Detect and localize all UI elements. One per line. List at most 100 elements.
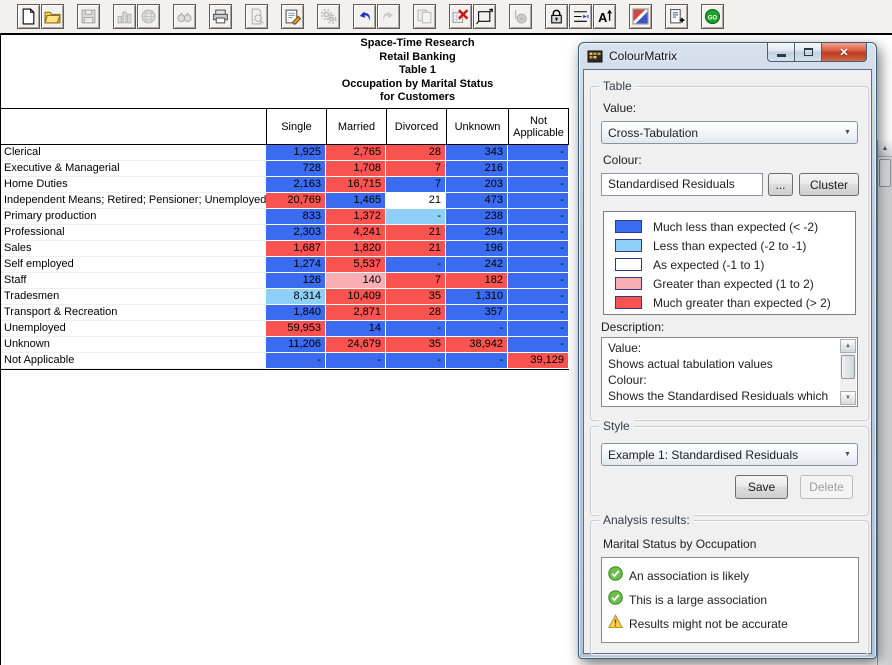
row-label[interactable]: Unemployed [1,321,266,337]
open-table-button[interactable] [41,4,64,29]
scroll-up-arrow-icon[interactable]: ▲ [878,140,892,157]
table-cell[interactable]: 16,715 [326,177,386,193]
add-annotation-button[interactable] [665,4,688,29]
maximize-button[interactable] [795,43,822,62]
table-cell[interactable]: - [508,193,569,209]
table-cell[interactable]: - [508,257,569,273]
row-label[interactable]: Clerical [1,145,266,161]
table-cell[interactable]: - [508,225,569,241]
scroll-up-arrow-icon[interactable]: ▲ [840,339,856,353]
table-cell[interactable]: 11,206 [266,337,326,353]
new-document-button[interactable] [17,4,40,29]
table-cell[interactable]: 833 [266,209,326,225]
row-label[interactable]: Tradesmen [1,289,266,305]
table-cell[interactable]: 140 [326,273,386,289]
table-cell[interactable]: 1,708 [326,161,386,177]
cluster-button[interactable]: Cluster [799,173,859,196]
description-scrollbar[interactable]: ▲ ▼ [840,339,856,405]
scrollbar-thumb[interactable] [841,355,855,379]
table-cell[interactable]: 7 [386,161,446,177]
table-cell[interactable]: 39,129 [508,353,569,369]
delete-selection-button[interactable] [449,4,472,29]
table-cell[interactable]: 10,409 [326,289,386,305]
table-cell[interactable]: 1,925 [266,145,326,161]
column-header[interactable]: Married [326,109,386,144]
row-label[interactable]: Home Duties [1,177,266,193]
table-cell[interactable]: 21 [386,241,446,257]
table-cell[interactable]: 21 [386,193,446,209]
table-cell[interactable]: 8,314 [266,289,326,305]
row-label[interactable]: Independent Means; Retired; Pensioner; U… [1,193,266,209]
table-cell[interactable]: - [266,353,326,369]
table-cell[interactable]: 21 [386,225,446,241]
table-cell[interactable]: 473 [446,193,508,209]
table-cell[interactable]: 728 [266,161,326,177]
lock-table-button[interactable] [545,4,568,29]
field-arrange-button[interactable] [569,4,592,29]
table-cell[interactable]: 196 [446,241,508,257]
window-vertical-scrollbar[interactable]: ▲ [877,140,892,665]
table-cell[interactable]: - [508,177,569,193]
table-cell[interactable]: 35 [386,289,446,305]
table-cell[interactable]: 24,679 [326,337,386,353]
row-label[interactable]: Unknown [1,337,266,353]
table-cell[interactable]: 294 [446,225,508,241]
row-label[interactable]: Sales [1,241,266,257]
column-header[interactable]: Not Applicable [508,109,569,144]
table-cell[interactable]: 1,465 [326,193,386,209]
table-cell[interactable]: 357 [446,305,508,321]
table-cell[interactable]: 182 [446,273,508,289]
save-button[interactable]: Save [735,475,788,499]
table-cell[interactable]: - [508,145,569,161]
row-label[interactable]: Not Applicable [1,353,266,369]
table-cell[interactable]: 59,953 [266,321,326,337]
table-cell[interactable]: 1,687 [266,241,326,257]
table-cell[interactable]: - [326,353,386,369]
minimize-button[interactable] [767,43,795,62]
table-cell[interactable]: 2,765 [326,145,386,161]
table-cell[interactable]: 1,840 [266,305,326,321]
table-cell[interactable]: 1,820 [326,241,386,257]
table-cell[interactable]: 126 [266,273,326,289]
column-header[interactable]: Divorced [386,109,446,144]
close-button[interactable]: ✕ [822,43,867,62]
table-cell[interactable]: - [508,161,569,177]
go-button[interactable]: GO [701,4,724,29]
table-cell[interactable]: 28 [386,145,446,161]
table-cell[interactable]: 216 [446,161,508,177]
table-cell[interactable]: 2,163 [266,177,326,193]
table-cell[interactable]: - [508,289,569,305]
scrollbar-thumb[interactable] [879,159,891,187]
colour-field[interactable]: Standardised Residuals [601,173,763,196]
table-cell[interactable]: 1,310 [446,289,508,305]
table-cell[interactable]: 343 [446,145,508,161]
row-label[interactable]: Professional [1,225,266,241]
edit-annotations-button[interactable] [281,4,304,29]
table-cell[interactable]: 242 [446,257,508,273]
dialog-titlebar[interactable]: ColourMatrix [579,43,677,69]
table-cell[interactable]: - [508,321,569,337]
table-cell[interactable]: - [386,257,446,273]
scroll-down-arrow-icon[interactable]: ▼ [840,391,856,405]
row-label[interactable]: Self employed [1,257,266,273]
table-cell[interactable]: 238 [446,209,508,225]
table-cell[interactable]: - [446,353,508,369]
undo-button[interactable] [353,4,376,29]
table-cell[interactable]: 14 [326,321,386,337]
row-label[interactable]: Primary production [1,209,266,225]
table-cell[interactable]: 2,871 [326,305,386,321]
row-label[interactable]: Executive & Managerial [1,161,266,177]
table-cell[interactable]: - [508,241,569,257]
column-header[interactable]: Unknown [446,109,508,144]
table-cell[interactable]: 35 [386,337,446,353]
table-cell[interactable]: - [508,337,569,353]
table-cell[interactable]: - [508,273,569,289]
table-cell[interactable]: 2,303 [266,225,326,241]
table-cell[interactable]: 28 [386,305,446,321]
table-cell[interactable]: - [386,353,446,369]
print-button[interactable] [209,4,232,29]
value-combobox[interactable]: Cross-Tabulation ▼ [601,121,858,144]
table-cell[interactable]: 203 [446,177,508,193]
table-cell[interactable]: - [508,209,569,225]
colour-matrix-button[interactable] [629,4,652,29]
